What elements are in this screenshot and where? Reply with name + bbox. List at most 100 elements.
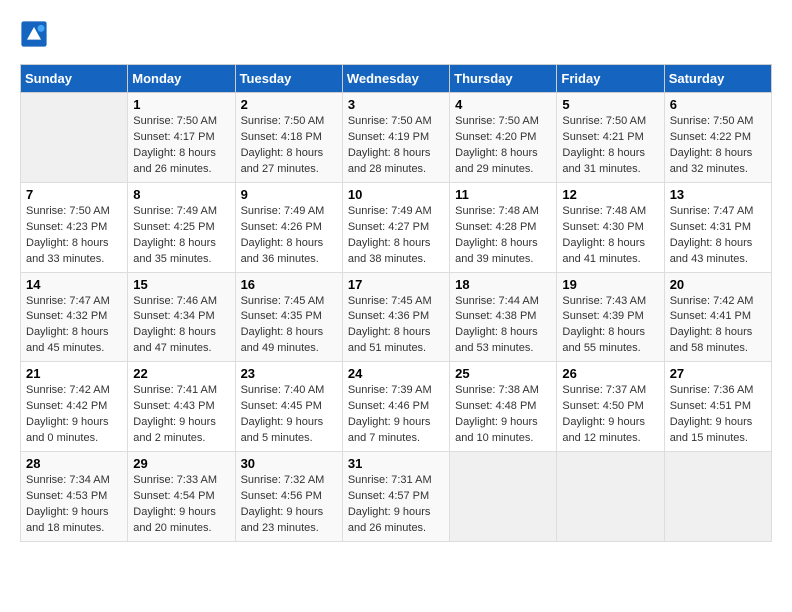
day-cell: 13 Sunrise: 7:47 AM Sunset: 4:31 PM Dayli… <box>664 182 771 272</box>
day-number: 7 <box>26 187 122 202</box>
day-cell: 24Sunrise: 7:39 AM Sunset: 4:46 PM Dayli… <box>342 362 449 452</box>
day-info: Sunrise: 7:33 AM Sunset: 4:54 PM Dayligh… <box>133 473 229 537</box>
day-cell: 3 Sunrise: 7:50 AM Sunset: 4:19 PM Daylig… <box>342 93 449 183</box>
day-number: 28 <box>26 456 122 471</box>
week-row-5: 28 Sunrise: 7:34 AM Sunset: 4:53 PM Dayli… <box>21 452 772 542</box>
day-number: 8 <box>133 187 229 202</box>
day-number: 27 <box>670 366 766 381</box>
weekday-header-friday: Friday <box>557 65 664 93</box>
day-number: 11 <box>455 187 551 202</box>
day-cell: 6Sunrise: 7:50 AM Sunset: 4:22 PM Daylig… <box>664 93 771 183</box>
day-info: Sunrise: 7:49 AM Sunset: 4:25 PM Dayligh… <box>133 204 229 268</box>
day-cell: 26Sunrise: 7:37 AM Sunset: 4:50 PM Dayli… <box>557 362 664 452</box>
day-info: Sunrise: 7:48 AM Sunset: 4:30 PM Dayligh… <box>562 204 658 268</box>
logo-icon <box>20 20 48 48</box>
day-number: 9 <box>241 187 337 202</box>
day-info: Sunrise: 7:40 AM Sunset: 4:45 PM Dayligh… <box>241 383 337 447</box>
day-cell: 29 Sunrise: 7:33 AM Sunset: 4:54 PM Dayli… <box>128 452 235 542</box>
day-cell: 4 Sunrise: 7:50 AM Sunset: 4:20 PM Daylig… <box>450 93 557 183</box>
day-info: Sunrise: 7:46 AM Sunset: 4:34 PM Dayligh… <box>133 294 229 358</box>
day-number: 13 <box>670 187 766 202</box>
weekday-header-tuesday: Tuesday <box>235 65 342 93</box>
day-cell: 5Sunrise: 7:50 AM Sunset: 4:21 PM Daylig… <box>557 93 664 183</box>
weekday-header-thursday: Thursday <box>450 65 557 93</box>
day-info: Sunrise: 7:50 AM Sunset: 4:23 PM Dayligh… <box>26 204 122 268</box>
day-number: 6 <box>670 97 766 112</box>
day-info: Sunrise: 7:41 AM Sunset: 4:43 PM Dayligh… <box>133 383 229 447</box>
day-info: Sunrise: 7:50 AM Sunset: 4:20 PM Dayligh… <box>455 114 551 178</box>
weekday-header-row: SundayMondayTuesdayWednesdayThursdayFrid… <box>21 65 772 93</box>
day-number: 30 <box>241 456 337 471</box>
day-cell: 25 Sunrise: 7:38 AM Sunset: 4:48 PM Dayli… <box>450 362 557 452</box>
day-info: Sunrise: 7:50 AM Sunset: 4:17 PM Dayligh… <box>133 114 229 178</box>
day-info: Sunrise: 7:48 AM Sunset: 4:28 PM Dayligh… <box>455 204 551 268</box>
day-number: 1 <box>133 97 229 112</box>
page-header <box>20 20 772 48</box>
day-number: 17 <box>348 277 444 292</box>
week-row-1: 1 Sunrise: 7:50 AM Sunset: 4:17 PM Daylig… <box>21 93 772 183</box>
logo <box>20 20 52 48</box>
day-number: 21 <box>26 366 122 381</box>
day-cell: 21 Sunrise: 7:42 AM Sunset: 4:42 PM Dayli… <box>21 362 128 452</box>
day-number: 12 <box>562 187 658 202</box>
day-number: 19 <box>562 277 658 292</box>
day-info: Sunrise: 7:45 AM Sunset: 4:35 PM Dayligh… <box>241 294 337 358</box>
day-number: 29 <box>133 456 229 471</box>
day-cell: 18 Sunrise: 7:44 AM Sunset: 4:38 PM Dayli… <box>450 272 557 362</box>
day-info: Sunrise: 7:42 AM Sunset: 4:42 PM Dayligh… <box>26 383 122 447</box>
day-info: Sunrise: 7:47 AM Sunset: 4:32 PM Dayligh… <box>26 294 122 358</box>
day-info: Sunrise: 7:38 AM Sunset: 4:48 PM Dayligh… <box>455 383 551 447</box>
day-info: Sunrise: 7:44 AM Sunset: 4:38 PM Dayligh… <box>455 294 551 358</box>
day-number: 14 <box>26 277 122 292</box>
weekday-header-wednesday: Wednesday <box>342 65 449 93</box>
day-info: Sunrise: 7:34 AM Sunset: 4:53 PM Dayligh… <box>26 473 122 537</box>
weekday-header-saturday: Saturday <box>664 65 771 93</box>
day-cell: 14 Sunrise: 7:47 AM Sunset: 4:32 PM Dayli… <box>21 272 128 362</box>
day-cell: 22 Sunrise: 7:41 AM Sunset: 4:43 PM Dayli… <box>128 362 235 452</box>
day-number: 20 <box>670 277 766 292</box>
week-row-3: 14 Sunrise: 7:47 AM Sunset: 4:32 PM Dayli… <box>21 272 772 362</box>
day-cell <box>664 452 771 542</box>
day-info: Sunrise: 7:32 AM Sunset: 4:56 PM Dayligh… <box>241 473 337 537</box>
day-cell: 23 Sunrise: 7:40 AM Sunset: 4:45 PM Dayli… <box>235 362 342 452</box>
week-row-2: 7 Sunrise: 7:50 AM Sunset: 4:23 PM Daylig… <box>21 182 772 272</box>
day-number: 4 <box>455 97 551 112</box>
day-info: Sunrise: 7:49 AM Sunset: 4:26 PM Dayligh… <box>241 204 337 268</box>
day-number: 24 <box>348 366 444 381</box>
day-info: Sunrise: 7:49 AM Sunset: 4:27 PM Dayligh… <box>348 204 444 268</box>
day-cell: 7 Sunrise: 7:50 AM Sunset: 4:23 PM Daylig… <box>21 182 128 272</box>
weekday-header-sunday: Sunday <box>21 65 128 93</box>
day-info: Sunrise: 7:45 AM Sunset: 4:36 PM Dayligh… <box>348 294 444 358</box>
day-number: 25 <box>455 366 551 381</box>
day-info: Sunrise: 7:42 AM Sunset: 4:41 PM Dayligh… <box>670 294 766 358</box>
day-number: 18 <box>455 277 551 292</box>
day-cell: 8 Sunrise: 7:49 AM Sunset: 4:25 PM Daylig… <box>128 182 235 272</box>
day-number: 15 <box>133 277 229 292</box>
day-cell: 1 Sunrise: 7:50 AM Sunset: 4:17 PM Daylig… <box>128 93 235 183</box>
day-number: 16 <box>241 277 337 292</box>
day-number: 3 <box>348 97 444 112</box>
day-cell: 20 Sunrise: 7:42 AM Sunset: 4:41 PM Dayli… <box>664 272 771 362</box>
day-cell: 9 Sunrise: 7:49 AM Sunset: 4:26 PM Daylig… <box>235 182 342 272</box>
day-info: Sunrise: 7:36 AM Sunset: 4:51 PM Dayligh… <box>670 383 766 447</box>
day-info: Sunrise: 7:31 AM Sunset: 4:57 PM Dayligh… <box>348 473 444 537</box>
day-info: Sunrise: 7:37 AM Sunset: 4:50 PM Dayligh… <box>562 383 658 447</box>
day-cell <box>21 93 128 183</box>
day-cell: 17 Sunrise: 7:45 AM Sunset: 4:36 PM Dayli… <box>342 272 449 362</box>
day-cell: 12 Sunrise: 7:48 AM Sunset: 4:30 PM Dayli… <box>557 182 664 272</box>
day-cell: 31Sunrise: 7:31 AM Sunset: 4:57 PM Dayli… <box>342 452 449 542</box>
day-cell: 19 Sunrise: 7:43 AM Sunset: 4:39 PM Dayli… <box>557 272 664 362</box>
day-info: Sunrise: 7:47 AM Sunset: 4:31 PM Dayligh… <box>670 204 766 268</box>
day-info: Sunrise: 7:50 AM Sunset: 4:19 PM Dayligh… <box>348 114 444 178</box>
calendar-body: 1 Sunrise: 7:50 AM Sunset: 4:17 PM Daylig… <box>21 93 772 542</box>
day-cell <box>557 452 664 542</box>
day-info: Sunrise: 7:43 AM Sunset: 4:39 PM Dayligh… <box>562 294 658 358</box>
day-cell: 27 Sunrise: 7:36 AM Sunset: 4:51 PM Dayli… <box>664 362 771 452</box>
day-number: 22 <box>133 366 229 381</box>
day-number: 23 <box>241 366 337 381</box>
day-info: Sunrise: 7:50 AM Sunset: 4:18 PM Dayligh… <box>241 114 337 178</box>
day-cell: 2Sunrise: 7:50 AM Sunset: 4:18 PM Daylig… <box>235 93 342 183</box>
day-cell <box>450 452 557 542</box>
day-number: 5 <box>562 97 658 112</box>
day-cell: 15 Sunrise: 7:46 AM Sunset: 4:34 PM Dayli… <box>128 272 235 362</box>
